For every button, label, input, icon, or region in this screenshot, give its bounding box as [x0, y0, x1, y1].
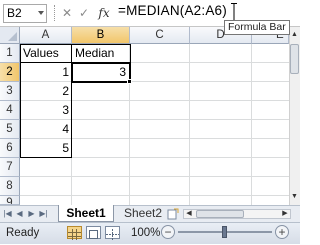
select-all-button[interactable] [0, 27, 20, 44]
scroll-up-icon[interactable]: ▲ [290, 29, 299, 41]
row-header-7[interactable]: 7 [0, 158, 20, 177]
cell-a2[interactable]: 1 [20, 63, 72, 82]
tab-sheet2[interactable]: Sheet2 [118, 206, 168, 221]
scroll-left-icon[interactable]: ◀ [184, 209, 194, 219]
row-header-9[interactable]: 9 [0, 196, 20, 205]
table-border-top [20, 44, 131, 45]
column-header-c[interactable]: C [130, 27, 190, 44]
cancel-icon[interactable]: ✕ [60, 5, 74, 21]
row-header-2[interactable]: 2 [0, 63, 20, 82]
vertical-scroll-thumb[interactable] [290, 44, 299, 74]
zoom-level[interactable]: 100% [131, 227, 160, 239]
horizontal-scroll-thumb[interactable] [196, 210, 244, 218]
row-header-4[interactable]: 4 [0, 101, 20, 120]
page-layout-view-icon[interactable] [86, 226, 101, 239]
normal-view-icon[interactable] [67, 226, 82, 240]
column-header-a[interactable]: A [20, 27, 72, 44]
formula-bar-tooltip: Formula Bar [224, 20, 290, 35]
row-header-1[interactable]: 1 [0, 44, 20, 63]
zoom-slider-thumb[interactable] [222, 226, 227, 238]
zoom-out-button[interactable]: − [161, 225, 175, 239]
row-header-3[interactable]: 3 [0, 82, 20, 101]
first-sheet-icon[interactable]: |◀ [3, 207, 12, 220]
next-sheet-icon[interactable]: ▶ [27, 207, 36, 220]
insert-function-icon[interactable]: fx [96, 5, 112, 21]
table-border-right [130, 44, 131, 63]
cell-a6[interactable]: 5 [20, 139, 72, 158]
formula-input[interactable]: =MEDIAN(A2:A6) [118, 3, 227, 18]
name-box-value: B2 [7, 6, 22, 20]
table-border-left [20, 44, 21, 158]
column-header-b[interactable]: B [72, 27, 130, 44]
text-cursor-icon [231, 3, 237, 21]
row-header-8[interactable]: 8 [0, 177, 20, 196]
row-header-6[interactable]: 6 [0, 139, 20, 158]
prev-sheet-icon[interactable]: ◀ [15, 207, 24, 220]
last-sheet-icon[interactable]: ▶| [39, 207, 48, 220]
chevron-down-icon[interactable] [38, 11, 44, 15]
zoom-in-button[interactable]: + [275, 225, 289, 239]
enter-icon[interactable]: ✓ [77, 5, 91, 21]
divider [54, 5, 56, 21]
cell-a3[interactable]: 2 [20, 82, 72, 101]
scroll-down-icon[interactable]: ▼ [290, 191, 299, 203]
cell-b2-active[interactable]: 3 [71, 62, 131, 83]
cell-a4[interactable]: 3 [20, 101, 72, 120]
page-break-view-icon[interactable] [105, 226, 120, 240]
cell-b1[interactable]: Median [72, 44, 130, 63]
cell-a5[interactable]: 4 [20, 120, 72, 139]
cell-a1[interactable]: Values [20, 44, 72, 63]
table-border-bottom [20, 157, 72, 158]
scroll-right-icon[interactable]: ▶ [280, 209, 290, 219]
status-ready: Ready [6, 227, 40, 239]
tab-sheet1[interactable]: Sheet1 [58, 205, 114, 222]
fill-handle[interactable] [127, 79, 132, 84]
row-header-5[interactable]: 5 [0, 120, 20, 139]
name-box[interactable]: B2 [3, 4, 47, 23]
insert-sheet-icon[interactable] [167, 207, 179, 220]
